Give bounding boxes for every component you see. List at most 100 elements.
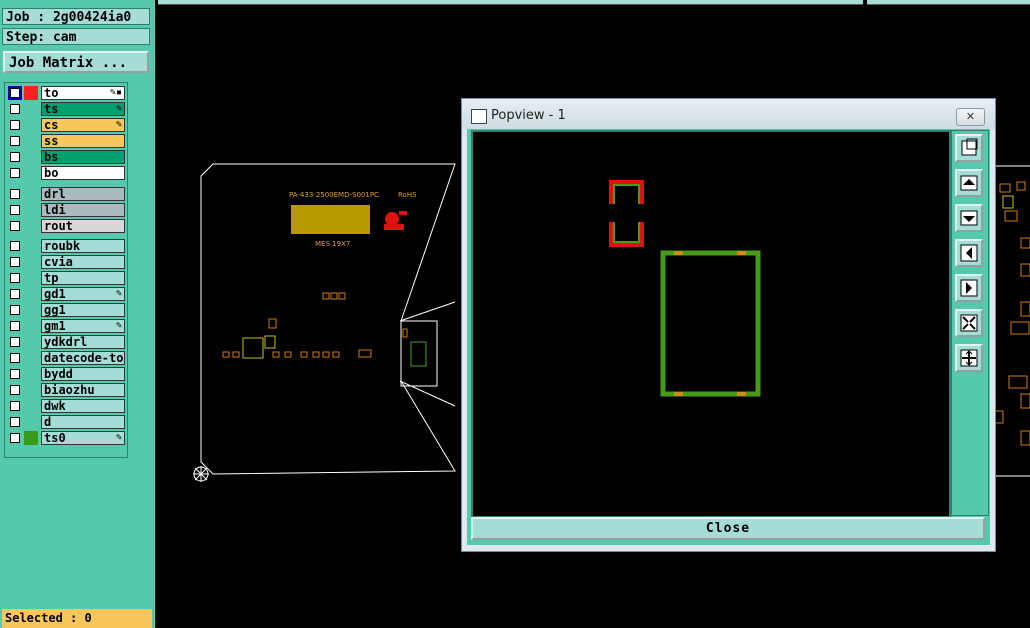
layer-color-swatch[interactable]: [24, 166, 38, 180]
pan-left-button[interactable]: [955, 239, 983, 267]
popview-titlebar[interactable]: Popview - 1 ✕: [462, 99, 995, 129]
layer-row-bo[interactable]: bo: [7, 165, 125, 181]
pan-up-button[interactable]: [955, 169, 983, 197]
layer-row-gg1[interactable]: gg1: [7, 302, 125, 318]
layer-row-cs[interactable]: cs ✎: [7, 117, 125, 133]
layer-name[interactable]: dwk: [41, 399, 125, 413]
layer-color-swatch[interactable]: [24, 150, 38, 164]
layer-row-ts0[interactable]: ts0 ✎: [7, 430, 125, 446]
layer-checkbox[interactable]: [10, 168, 20, 178]
pan-right-button[interactable]: [955, 274, 983, 302]
layer-name[interactable]: ss: [41, 134, 125, 148]
layer-row-roubk[interactable]: roubk: [7, 238, 125, 254]
job-matrix-button[interactable]: Job Matrix ...: [3, 51, 149, 73]
layer-row-gm1[interactable]: gm1 ✎: [7, 318, 125, 334]
pan-right-icon: [960, 279, 978, 297]
layer-name[interactable]: gd1 ✎: [41, 287, 125, 301]
layer-name[interactable]: drl: [41, 187, 125, 201]
pan-down-button[interactable]: [955, 204, 983, 232]
layer-checkbox[interactable]: [10, 273, 20, 283]
zoom-in-icon: [960, 314, 978, 332]
layer-name[interactable]: gg1: [41, 303, 125, 317]
layer-checkbox[interactable]: [10, 289, 20, 299]
layer-color-swatch[interactable]: [24, 134, 38, 148]
layer-name[interactable]: ldi: [41, 203, 125, 217]
layer-row-drl[interactable]: drl: [7, 186, 125, 202]
layer-checkbox[interactable]: [10, 120, 20, 130]
layer-checkbox[interactable]: [10, 189, 20, 199]
layer-affected-icon: ✎: [115, 320, 122, 331]
toolbar-strip-left: [158, 0, 863, 5]
window-close-button[interactable]: ✕: [956, 108, 985, 126]
layer-affected-icon: ✎: [115, 432, 122, 443]
zoom-fit-button[interactable]: [955, 134, 983, 162]
zoom-out-button[interactable]: [955, 344, 983, 372]
layer-name[interactable]: cs ✎: [41, 118, 125, 132]
layer-checkbox[interactable]: [10, 241, 20, 251]
layer-checkbox[interactable]: [10, 257, 20, 267]
layer-checkbox[interactable]: [10, 221, 20, 231]
layer-checkbox[interactable]: [10, 433, 20, 443]
close-button[interactable]: Close: [471, 517, 985, 540]
layer-row-to[interactable]: to ✎▪: [7, 85, 125, 101]
layer-checkbox[interactable]: [10, 305, 20, 315]
layer-row-d[interactable]: d: [7, 414, 125, 430]
layer-name[interactable]: ts ✎: [41, 102, 125, 116]
layer-checkbox[interactable]: [8, 86, 22, 100]
layer-name[interactable]: cvia: [41, 255, 125, 269]
layer-panel: Job : 2g00424ia0 Step: cam Job Matrix ..…: [0, 0, 155, 628]
layer-name[interactable]: d: [41, 415, 125, 429]
pad-upper-top: [609, 180, 644, 204]
layer-name[interactable]: datecode-to: [41, 351, 125, 365]
layer-name[interactable]: bs: [41, 150, 125, 164]
pan-left-icon: [960, 244, 978, 262]
layer-row-bs[interactable]: bs: [7, 149, 125, 165]
layer-row-rout[interactable]: rout: [7, 218, 125, 234]
toolbar-strip-right: [867, 0, 1030, 5]
layer-row-dwk[interactable]: dwk: [7, 398, 125, 414]
layer-row-ldi[interactable]: ldi: [7, 202, 125, 218]
layer-group-misc: roubk cvia tp gd1 ✎ gg1 gm1 ✎ ydkdrl datecode-to b…: [7, 238, 125, 446]
layer-row-bydd[interactable]: bydd: [7, 366, 125, 382]
layer-name[interactable]: bydd: [41, 367, 125, 381]
layer-color-swatch[interactable]: [24, 102, 38, 116]
layer-row-ts[interactable]: ts ✎: [7, 101, 125, 117]
layer-checkbox[interactable]: [10, 205, 20, 215]
layer-name[interactable]: bo: [41, 166, 125, 180]
layer-color-swatch[interactable]: [24, 431, 38, 445]
layer-row-gd1[interactable]: gd1 ✎: [7, 286, 125, 302]
layer-checkbox[interactable]: [10, 385, 20, 395]
popview-dialog: Popview - 1 ✕ Close: [461, 98, 996, 552]
layer-row-tp[interactable]: tp: [7, 270, 125, 286]
layer-name[interactable]: ts0 ✎: [41, 431, 125, 445]
layer-checkbox[interactable]: [10, 136, 20, 146]
layer-checkbox[interactable]: [10, 353, 20, 363]
layer-checkbox[interactable]: [10, 104, 20, 114]
layer-group-board: to ✎▪ ts ✎ cs ✎ ss bs bo: [7, 85, 125, 181]
layer-checkbox[interactable]: [10, 401, 20, 411]
layer-checkbox[interactable]: [10, 369, 20, 379]
layer-name[interactable]: tp: [41, 271, 125, 285]
layer-row-biaozhu[interactable]: biaozhu: [7, 382, 125, 398]
popview-canvas[interactable]: [471, 130, 951, 518]
layer-name[interactable]: to ✎▪: [41, 86, 125, 100]
layer-color-swatch[interactable]: [24, 86, 38, 100]
layer-name[interactable]: ydkdrl: [41, 335, 125, 349]
layer-color-swatch[interactable]: [24, 118, 38, 132]
layer-checkbox[interactable]: [10, 337, 20, 347]
layer-name[interactable]: biaozhu: [41, 383, 125, 397]
layer-checkbox[interactable]: [10, 152, 20, 162]
layer-name[interactable]: roubk: [41, 239, 125, 253]
layer-name[interactable]: gm1 ✎: [41, 319, 125, 333]
layer-checkbox[interactable]: [10, 321, 20, 331]
layer-row-datecode-to[interactable]: datecode-to: [7, 350, 125, 366]
layer-row-ss[interactable]: ss: [7, 133, 125, 149]
ul-logo: [384, 211, 407, 230]
zoom-in-button[interactable]: [955, 309, 983, 337]
selected-count: Selected : 0: [2, 609, 152, 628]
pan-up-icon: [960, 175, 978, 191]
layer-row-cvia[interactable]: cvia: [7, 254, 125, 270]
layer-name[interactable]: rout: [41, 219, 125, 233]
layer-checkbox[interactable]: [10, 417, 20, 427]
layer-row-ydkdrl[interactable]: ydkdrl: [7, 334, 125, 350]
